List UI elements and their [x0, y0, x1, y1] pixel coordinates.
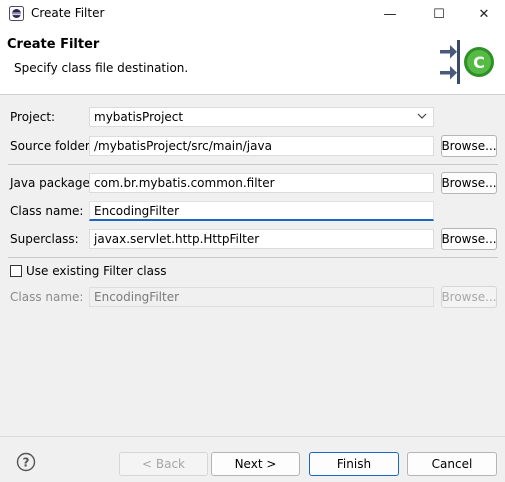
minimize-icon: — — [383, 6, 397, 22]
class-name-value: EncodingFilter — [94, 204, 180, 218]
existing-class-name-field: EncodingFilter — [89, 287, 434, 307]
help-icon[interactable]: ? — [16, 452, 36, 472]
source-folder-label: Source folder: — [10, 139, 94, 153]
superclass-label: Superclass: — [10, 232, 79, 246]
wizard-banner: Create Filter Specify class file destina… — [0, 28, 505, 95]
separator — [8, 257, 498, 258]
title-bar: Create Filter — ☐ ✕ — [0, 0, 505, 28]
close-icon: ✕ — [478, 6, 490, 22]
separator — [8, 164, 498, 165]
superclass-field[interactable]: javax.servlet.http.HttpFilter — [89, 229, 434, 249]
new-class-wizard-icon: C — [440, 40, 494, 84]
maximize-icon: ☐ — [433, 6, 445, 22]
wizard-title: Create Filter — [7, 37, 100, 52]
footer-separator — [0, 436, 505, 437]
class-name-field[interactable]: EncodingFilter — [89, 201, 434, 221]
project-combo[interactable]: mybatisProject — [89, 107, 434, 127]
superclass-browse-button[interactable]: Browse... — [441, 228, 497, 250]
existing-class-name-value: EncodingFilter — [94, 290, 180, 304]
class-name-label: Class name: — [10, 204, 84, 218]
next-button[interactable]: Next > — [211, 452, 300, 476]
chevron-down-icon — [417, 113, 427, 119]
maximize-button[interactable]: ☐ — [416, 0, 462, 28]
existing-class-name-label: Class name: — [10, 290, 84, 304]
source-folder-browse-button[interactable]: Browse... — [441, 135, 497, 157]
existing-class-browse-button: Browse... — [441, 286, 497, 308]
superclass-value: javax.servlet.http.HttpFilter — [94, 232, 260, 246]
minimize-button[interactable]: — — [367, 0, 413, 28]
cancel-button[interactable]: Cancel — [407, 452, 497, 476]
java-package-field[interactable]: com.br.mybatis.common.filter — [89, 173, 434, 193]
wizard-description: Specify class file destination. — [14, 61, 189, 75]
use-existing-checkbox[interactable] — [10, 265, 22, 277]
use-existing-label[interactable]: Use existing Filter class — [26, 264, 167, 278]
finish-button[interactable]: Finish — [309, 452, 399, 476]
java-package-value: com.br.mybatis.common.filter — [94, 176, 275, 190]
java-package-label: Java package: — [10, 176, 94, 190]
class-badge-letter: C — [473, 53, 485, 72]
eclipse-app-icon — [9, 6, 24, 21]
source-folder-field[interactable]: /mybatisProject/src/main/java — [89, 136, 434, 156]
close-button[interactable]: ✕ — [461, 0, 505, 28]
svg-text:?: ? — [23, 456, 30, 470]
source-folder-value: /mybatisProject/src/main/java — [94, 139, 272, 153]
project-label: Project: — [10, 110, 56, 124]
window-title: Create Filter — [31, 6, 105, 20]
project-value: mybatisProject — [94, 110, 184, 124]
back-button[interactable]: < Back — [119, 452, 208, 476]
java-package-browse-button[interactable]: Browse... — [441, 172, 497, 194]
